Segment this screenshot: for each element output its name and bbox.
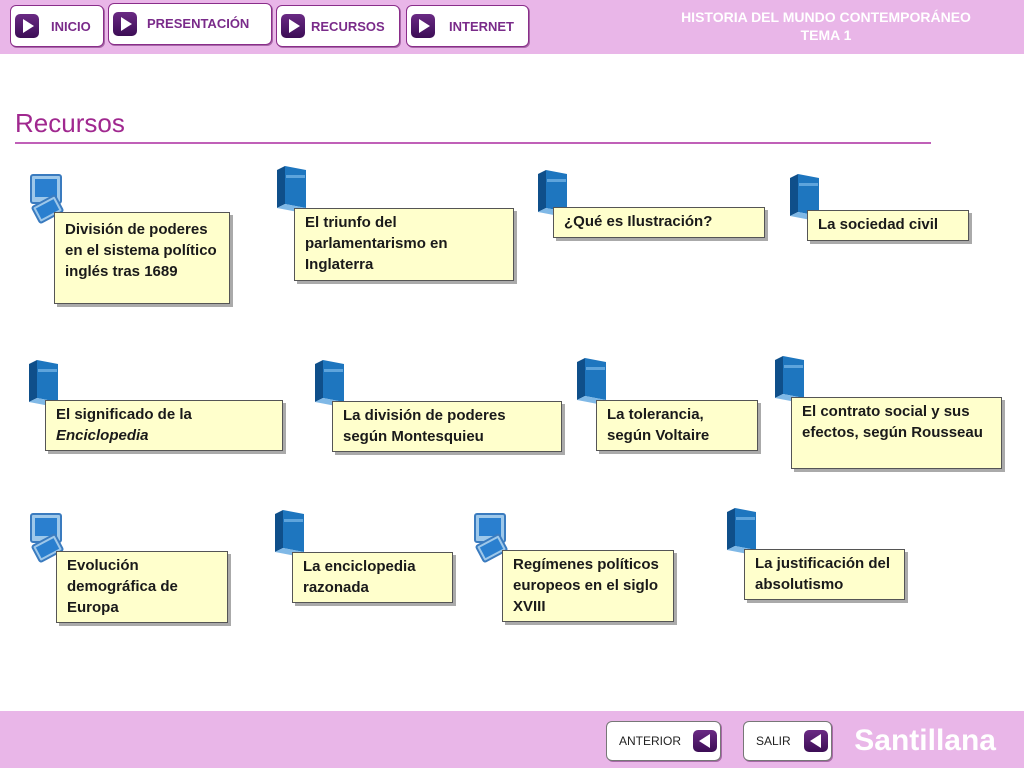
resource-card-label: La justificación del absolutismo — [755, 555, 891, 593]
play-icon — [281, 14, 305, 38]
resource-card-label: División de poderes en el sistema políti… — [65, 221, 217, 280]
nav-recursos-button[interactable]: RECURSOS — [276, 5, 400, 47]
book-icon[interactable] — [726, 508, 756, 554]
nav-inicio-button[interactable]: INICIO — [10, 5, 104, 47]
salir-label: SALIR — [756, 734, 791, 748]
resource-card-label: La enciclopedia razonada — [303, 558, 416, 596]
resource-card-division-poderes-ingles[interactable]: División de poderes en el sistema políti… — [54, 212, 230, 304]
resource-card-evolucion-demografica[interactable]: Evolución demográfica de Europa — [56, 551, 228, 623]
book-icon[interactable] — [576, 358, 606, 404]
nav-presentacion-button[interactable]: PRESENTACIÓN — [108, 3, 272, 45]
resource-card-voltaire[interactable]: La tolerancia, según Voltaire — [596, 400, 758, 451]
resource-card-label: Evolución demográfica de Europa — [67, 557, 178, 616]
resource-card-label: El significado de la — [56, 406, 192, 423]
resource-card-label: Regímenes políticos europeos en el siglo… — [513, 556, 659, 615]
back-arrow-icon — [693, 730, 717, 752]
resource-card-label: El triunfo del parlamentarismo en Inglat… — [305, 214, 448, 273]
resource-card-absolutismo[interactable]: La justificación del absolutismo — [744, 549, 905, 600]
resource-card-label: ¿Qué es Ilustración? — [564, 213, 713, 230]
nav-internet-button[interactable]: INTERNET — [406, 5, 529, 47]
resource-card-ilustracion[interactable]: ¿Qué es Ilustración? — [553, 207, 765, 238]
play-icon — [15, 14, 39, 38]
nav-presentacion-label: PRESENTACIÓN — [147, 16, 250, 31]
title-divider — [15, 142, 931, 144]
resource-card-label: El contrato social y sus efectos, según … — [802, 403, 983, 441]
resource-card-parlamentarismo[interactable]: El triunfo del parlamentarismo en Inglat… — [294, 208, 514, 281]
book-icon[interactable] — [314, 360, 344, 406]
resource-card-sociedad-civil[interactable]: La sociedad civil — [807, 210, 969, 241]
resource-card-label: La tolerancia, según Voltaire — [607, 406, 710, 444]
course-title: HISTORIA DEL MUNDO CONTEMPORÁNEO TEMA 1 — [646, 8, 1006, 44]
resource-card-label-italic: Enciclopedia — [56, 427, 149, 444]
page-title: Recursos — [15, 108, 125, 138]
resource-card-regimenes-politicos[interactable]: Regímenes políticos europeos en el siglo… — [502, 550, 674, 622]
course-title-line1: HISTORIA DEL MUNDO CONTEMPORÁNEO — [681, 9, 971, 25]
book-icon[interactable] — [774, 356, 804, 402]
course-title-line2: TEMA 1 — [800, 27, 852, 43]
book-icon[interactable] — [276, 166, 306, 212]
book-icon[interactable] — [274, 510, 304, 556]
nav-recursos-label: RECURSOS — [311, 19, 385, 34]
back-arrow-icon — [804, 730, 828, 752]
anterior-label: ANTERIOR — [619, 734, 682, 748]
santillana-logo: Santillana — [854, 724, 996, 757]
salir-button[interactable]: SALIR — [743, 721, 832, 761]
nav-internet-label: INTERNET — [449, 19, 514, 34]
resource-card-label: La sociedad civil — [818, 216, 939, 233]
play-icon — [411, 14, 435, 38]
resource-card-montesquieu[interactable]: La división de poderes según Montesquieu — [332, 401, 562, 452]
resource-card-enciclopedia-razonada[interactable]: La enciclopedia razonada — [292, 552, 453, 603]
anterior-button[interactable]: ANTERIOR — [606, 721, 721, 761]
resource-card-label: La división de poderes según Montesquieu — [343, 407, 506, 445]
play-icon — [113, 12, 137, 36]
resource-card-enciclopedia[interactable]: El significado de la Enciclopedia — [45, 400, 283, 451]
resource-card-rousseau[interactable]: El contrato social y sus efectos, según … — [791, 397, 1002, 469]
nav-inicio-label: INICIO — [51, 19, 91, 34]
